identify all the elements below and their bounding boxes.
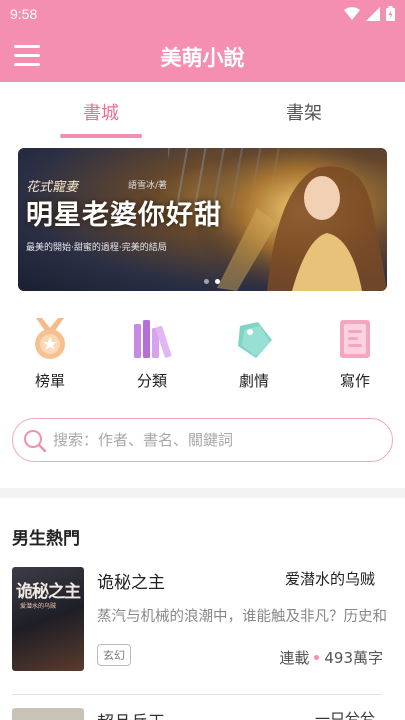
status-icons <box>344 6 395 21</box>
book-author: 一只兮兮 <box>314 710 375 720</box>
book-item[interactable]: 诡秘之主 爱潜水的乌贼 诡秘之主 爱潜水的乌贼 蒸汽与机械的浪潮中，谁能触及非凡… <box>0 565 405 685</box>
cover-title: 诡秘之主 <box>16 582 81 602</box>
book-description: 蒸汽与机械的浪潮中，谁能触及非凡？历史和黑暗 <box>97 609 387 625</box>
books-icon <box>134 320 172 358</box>
app-title: 美萌小說 <box>160 46 245 70</box>
banner-dot[interactable] <box>204 279 209 284</box>
battery-icon <box>386 6 395 21</box>
list-divider <box>12 694 382 695</box>
banner-tagline: 最美的開始·甜蜜的過程·完美的結局 <box>26 243 167 253</box>
quick-links: 榜單 分類 劇情 寫作 <box>0 318 405 398</box>
tab-bookstore[interactable]: 書城 <box>41 99 161 125</box>
quick-link-ranking[interactable]: 榜單 <box>15 318 85 391</box>
search-bar[interactable] <box>12 418 393 462</box>
book-title: 超品兵王 <box>97 708 165 720</box>
book-genre-tag: 玄幻 <box>97 644 131 666</box>
status-bar: 9:58 <box>0 0 405 30</box>
tab-bookshelf[interactable]: 書架 <box>244 99 364 125</box>
search-input[interactable] <box>53 429 373 451</box>
book-meta: 連載 493萬字 <box>279 647 383 668</box>
cover-author: 爱潜水的乌贼 <box>20 603 57 610</box>
search-icon <box>24 430 47 453</box>
book-author: 爱潜水的乌贼 <box>284 570 375 588</box>
book-word-count: 493萬字 <box>324 649 383 667</box>
quick-link-plot[interactable]: 劇情 <box>219 318 289 391</box>
tag-icon <box>238 322 272 358</box>
app-bar: 美萌小說 <box>0 30 405 82</box>
book-status: 連載 <box>279 649 310 667</box>
banner-pagination <box>204 279 220 284</box>
banner-dot-active[interactable] <box>215 279 220 284</box>
quick-link-label: 寫作 <box>339 372 370 390</box>
quick-link-writing[interactable]: 寫作 <box>320 318 390 391</box>
book-cover: 诡秘之主 爱潜水的乌贼 <box>12 567 84 671</box>
status-time: 9:58 <box>10 6 38 22</box>
section-divider <box>0 488 405 498</box>
wifi-icon <box>344 6 360 20</box>
quick-link-label: 分類 <box>136 372 167 390</box>
book-item[interactable]: 超品兵王 一只兮兮 <box>0 708 405 720</box>
section-title: 男生熱門 <box>12 529 80 549</box>
notepad-icon <box>340 320 370 358</box>
tab-indicator <box>60 134 142 138</box>
separator-dot <box>314 655 320 660</box>
banner-author: 語雪冰/著 <box>128 181 168 191</box>
signal-icon <box>366 6 380 21</box>
book-title: 诡秘之主 <box>97 573 165 593</box>
book-cover <box>12 708 84 720</box>
quick-link-category[interactable]: 分類 <box>117 318 187 391</box>
banner-title: 明星老婆你好甜 <box>26 200 222 231</box>
quick-link-label: 榜單 <box>34 372 65 390</box>
promo-banner[interactable]: 花式寵妻 語雪冰/著 明星老婆你好甜 最美的開始·甜蜜的過程·完美的結局 <box>18 148 387 291</box>
tab-bar: 書城 書架 <box>0 82 405 142</box>
banner-character-art <box>197 148 387 291</box>
quick-link-label: 劇情 <box>238 372 269 390</box>
medal-icon <box>35 318 65 359</box>
